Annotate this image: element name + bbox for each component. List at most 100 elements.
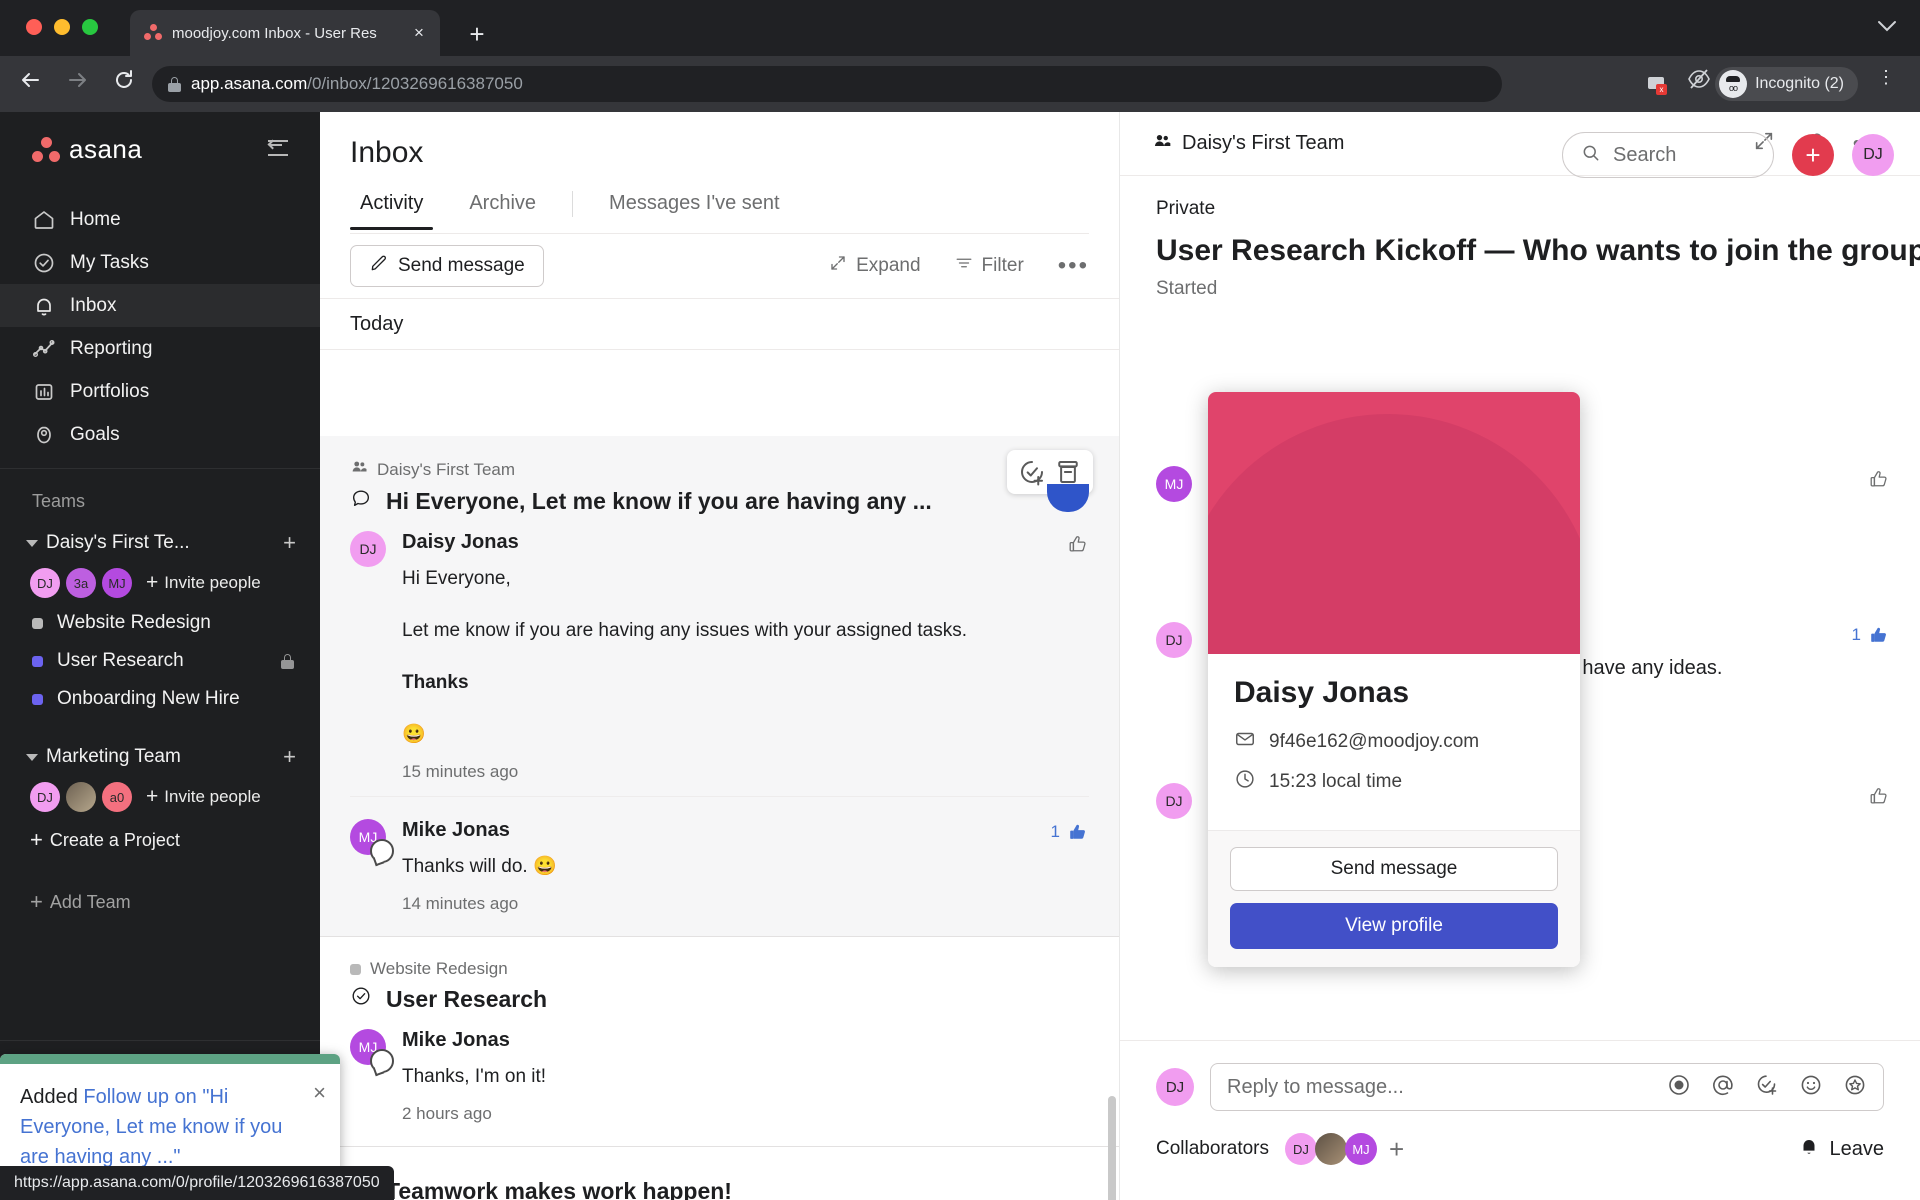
back-icon[interactable] bbox=[14, 68, 46, 100]
avatar[interactable]: MJ bbox=[350, 1029, 394, 1073]
close-icon[interactable]: × bbox=[313, 1080, 326, 1106]
invite-people-button[interactable]: + Invite people bbox=[146, 786, 261, 807]
tab-archive[interactable]: Archive bbox=[459, 192, 546, 229]
detail-team[interactable]: Daisy's First Team bbox=[1152, 131, 1344, 157]
thread-title[interactable]: Teamwork makes work happen! bbox=[350, 1177, 1089, 1200]
thread-title[interactable]: Hi Everyone, Let me know if you are havi… bbox=[350, 487, 1089, 515]
avatar[interactable]: DJ bbox=[1285, 1133, 1317, 1165]
sidebar-item-home[interactable]: Home bbox=[0, 198, 320, 241]
project-name: User Research bbox=[57, 650, 184, 671]
sidebar-item-goals[interactable]: Goals bbox=[0, 413, 320, 456]
avatar[interactable] bbox=[66, 782, 96, 812]
record-icon[interactable] bbox=[1667, 1073, 1691, 1102]
sidebar-item-my-tasks[interactable]: My Tasks bbox=[0, 241, 320, 284]
chevron-down-icon[interactable] bbox=[1876, 16, 1898, 39]
incognito-profile-button[interactable]: oo Incognito (2) bbox=[1715, 67, 1858, 101]
inbox-more-button[interactable]: ••• bbox=[1058, 254, 1089, 278]
window-minimize-button[interactable] bbox=[54, 19, 70, 35]
people-icon bbox=[350, 458, 368, 481]
like-button[interactable] bbox=[1868, 785, 1890, 807]
new-tab-button[interactable]: + bbox=[460, 18, 494, 52]
address-bar[interactable]: app.asana.com/0/inbox/1203269616387050 bbox=[152, 66, 1502, 102]
avatar[interactable]: MJ bbox=[350, 819, 394, 863]
reply-input[interactable]: Reply to message... bbox=[1210, 1063, 1884, 1111]
caret-down-icon[interactable] bbox=[26, 753, 38, 761]
sidebar-project-website-redesign[interactable]: Website Redesign bbox=[0, 604, 320, 642]
create-button[interactable]: + bbox=[1792, 134, 1834, 176]
tab-activity[interactable]: Activity bbox=[350, 192, 434, 230]
window-close-button[interactable] bbox=[26, 19, 42, 35]
avatar[interactable] bbox=[1315, 1133, 1347, 1165]
avatar[interactable]: DJ bbox=[1156, 622, 1192, 658]
media-cast-icon[interactable]: x bbox=[1640, 67, 1674, 101]
mention-icon[interactable] bbox=[1711, 1073, 1735, 1102]
tab-messages-ive-sent[interactable]: Messages I've sent bbox=[599, 192, 790, 229]
filter-button[interactable]: Filter bbox=[955, 254, 1024, 278]
reply-tools bbox=[1667, 1073, 1867, 1102]
expand-label: Expand bbox=[856, 255, 921, 276]
table-row[interactable]: Teamwork makes work happen! Yeti bbox=[320, 1147, 1119, 1200]
eye-off-icon[interactable] bbox=[1682, 67, 1716, 101]
browser-menu-icon[interactable]: ⋮ bbox=[1872, 68, 1900, 86]
sticker-icon[interactable] bbox=[1843, 1073, 1867, 1102]
avatar[interactable]: MJ bbox=[1156, 466, 1192, 502]
asana-logo[interactable]: asana bbox=[32, 134, 142, 165]
avatar[interactable]: DJ bbox=[350, 531, 386, 567]
team-header-marketing-team[interactable]: Marketing Team + bbox=[0, 738, 320, 776]
search-input[interactable]: Search bbox=[1562, 132, 1774, 178]
avatar[interactable]: DJ bbox=[30, 782, 60, 812]
profile-view-profile-button[interactable]: View profile bbox=[1230, 903, 1558, 949]
caret-down-icon[interactable] bbox=[26, 539, 38, 547]
table-row[interactable]: Website Redesign User Research MJ Mike J… bbox=[320, 937, 1119, 1146]
like-button[interactable] bbox=[1868, 468, 1890, 490]
sidebar-item-inbox[interactable]: Inbox bbox=[0, 284, 320, 327]
browser-tab[interactable]: moodjoy.com Inbox - User Res × bbox=[130, 10, 440, 56]
divider bbox=[350, 796, 1089, 797]
add-team-button[interactable]: + Add Team bbox=[0, 880, 320, 924]
table-row[interactable]: Daisy's First Team Hi Everyone, Let me k… bbox=[320, 436, 1119, 936]
forward-icon[interactable] bbox=[62, 68, 94, 100]
sidebar-item-reporting[interactable]: Reporting bbox=[0, 327, 320, 370]
invite-people-label: Invite people bbox=[164, 787, 261, 806]
avatar[interactable]: MJ bbox=[102, 568, 132, 598]
close-icon[interactable]: × bbox=[408, 23, 430, 43]
avatar[interactable]: DJ bbox=[30, 568, 60, 598]
avatar[interactable]: a0 bbox=[102, 782, 132, 812]
avatar[interactable]: DJ bbox=[1156, 783, 1192, 819]
expand-button[interactable]: Expand bbox=[829, 254, 921, 278]
like-button[interactable] bbox=[1067, 533, 1089, 555]
team-header-daisys-first-team[interactable]: Daisy's First Te... + bbox=[0, 524, 320, 562]
avatar[interactable]: MJ bbox=[1345, 1133, 1377, 1165]
sidebar-collapse-button[interactable] bbox=[267, 138, 294, 160]
thread-title[interactable]: User Research bbox=[350, 985, 1089, 1013]
like-button[interactable]: 1 bbox=[1852, 624, 1890, 646]
avatar[interactable]: DJ bbox=[1156, 1068, 1194, 1106]
emoji-icon[interactable] bbox=[1799, 1073, 1823, 1102]
profile-send-message-button[interactable]: Send message bbox=[1230, 847, 1558, 891]
sidebar-header: asana bbox=[0, 112, 320, 184]
create-task-icon[interactable] bbox=[1755, 1073, 1779, 1102]
sidebar-project-onboarding-new-hire[interactable]: Onboarding New Hire bbox=[0, 680, 320, 718]
project-name: Onboarding New Hire bbox=[57, 688, 240, 709]
post-timestamp: 15 minutes ago bbox=[402, 762, 519, 781]
sidebar-project-user-research[interactable]: User Research bbox=[0, 642, 320, 680]
add-collaborator-button[interactable]: + bbox=[1389, 1136, 1404, 1162]
leave-button[interactable]: Leave bbox=[1798, 1135, 1884, 1163]
add-to-team-icon[interactable]: + bbox=[283, 746, 296, 768]
post-main: Daisy Jonas Hi Everyone, Let me know if … bbox=[402, 531, 1089, 782]
avatar[interactable]: 3a bbox=[66, 568, 96, 598]
sidebar-item-portfolios[interactable]: Portfolios bbox=[0, 370, 320, 413]
archive-icon[interactable] bbox=[1053, 457, 1083, 487]
reload-icon[interactable] bbox=[108, 68, 140, 100]
add-to-team-icon[interactable]: + bbox=[283, 532, 296, 554]
list-scrollbar[interactable] bbox=[1108, 1096, 1116, 1200]
window-maximize-button[interactable] bbox=[82, 19, 98, 35]
mark-complete-icon[interactable] bbox=[1017, 457, 1047, 487]
send-message-button[interactable]: Send message bbox=[350, 245, 544, 287]
inbox-thread-list[interactable]: Daisy's First Team Hi Everyone, Let me k… bbox=[320, 436, 1119, 1200]
like-count: 1 bbox=[1851, 625, 1861, 644]
like-button[interactable]: 1 bbox=[1051, 821, 1089, 843]
invite-people-button[interactable]: + Invite people bbox=[146, 572, 261, 593]
avatar[interactable]: DJ bbox=[1852, 134, 1894, 176]
create-project-button[interactable]: + Create a Project bbox=[0, 818, 320, 862]
